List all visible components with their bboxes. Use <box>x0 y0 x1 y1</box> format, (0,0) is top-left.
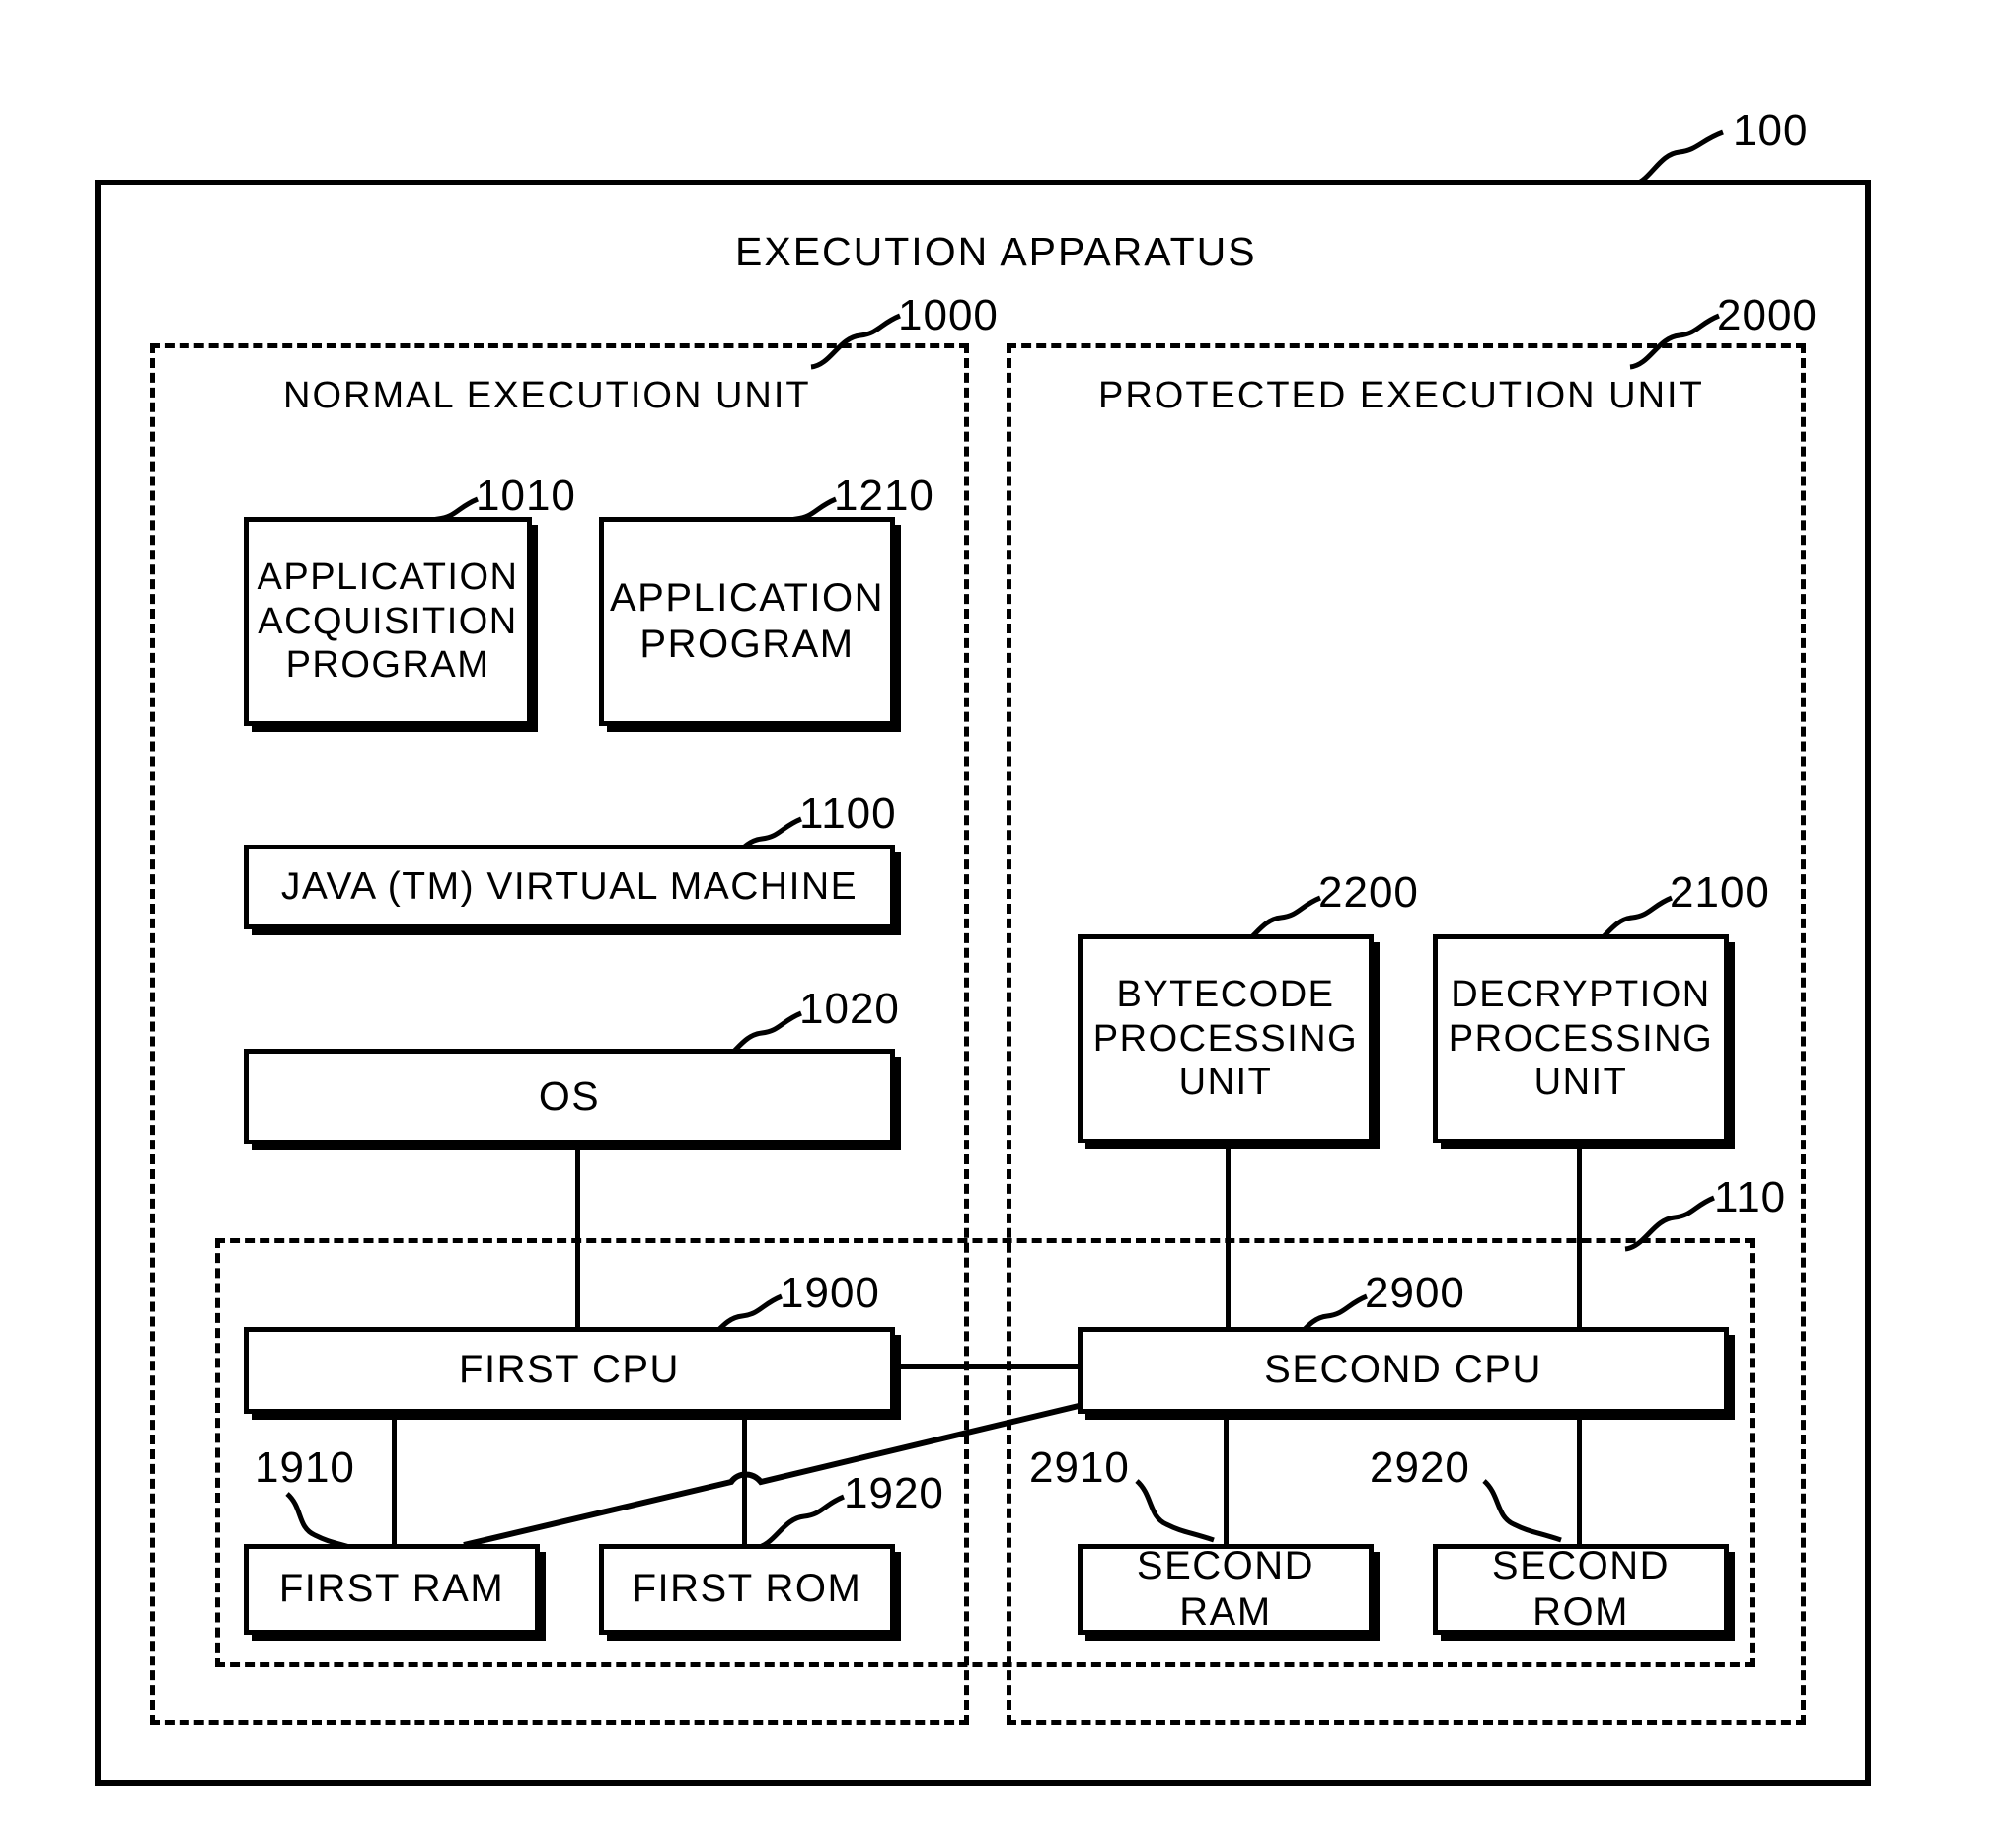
node-second-ram-label: SECOND RAM <box>1136 1543 1315 1634</box>
ref-number-2920: 2920 <box>1370 1443 1470 1492</box>
hardware-frame-right-edge <box>1750 1238 1755 1667</box>
figure-title: EXECUTION APPARATUS <box>735 229 1257 274</box>
connector-first-cpu-to-first-ram <box>392 1413 397 1546</box>
node-second-cpu[interactable]: SECOND CPU <box>1078 1327 1729 1414</box>
node-os-label: OS <box>538 1073 601 1120</box>
protected-execution-unit-label: PROTECTED EXECUTION UNIT <box>1098 375 1704 416</box>
node-java-virtual-machine-label: JAVA (TM) VIRTUAL MACHINE <box>280 864 859 908</box>
node-application-acquisition-program-label: APPLICATION ACQUISITION PROGRAM <box>257 555 519 687</box>
connector-os-to-first-cpu <box>575 1144 580 1329</box>
ref-number-2910: 2910 <box>1029 1443 1130 1492</box>
hardware-frame-left-edge <box>215 1238 220 1667</box>
normal-execution-unit-label: NORMAL EXECUTION UNIT <box>283 375 811 416</box>
node-bytecode-processing-unit[interactable]: BYTECODE PROCESSING UNIT <box>1078 934 1374 1143</box>
node-first-ram-label: FIRST RAM <box>278 1567 505 1611</box>
node-first-ram[interactable]: FIRST RAM <box>244 1544 540 1635</box>
connector-first-cpu-to-second-cpu <box>893 1364 1081 1369</box>
node-java-virtual-machine[interactable]: JAVA (TM) VIRTUAL MACHINE <box>244 845 895 929</box>
hardware-frame-top-edge <box>215 1238 1755 1243</box>
connector-first-cpu-to-first-rom <box>742 1413 747 1546</box>
node-second-rom[interactable]: SECOND ROM <box>1433 1544 1729 1635</box>
node-application-program-label: APPLICATION PROGRAM <box>609 575 885 666</box>
node-bytecode-processing-unit-label: BYTECODE PROCESSING UNIT <box>1092 973 1359 1104</box>
node-application-program[interactable]: APPLICATION PROGRAM <box>599 517 895 726</box>
node-second-cpu-label: SECOND CPU <box>1264 1348 1542 1392</box>
node-first-cpu-label: FIRST CPU <box>459 1348 680 1392</box>
node-decryption-processing-unit[interactable]: DECRYPTION PROCESSING UNIT <box>1433 934 1729 1143</box>
leader-line-2920 <box>1482 1479 1562 1543</box>
patent-figure: 100 EXECUTION APPARATUS 1000 2000 NORMAL… <box>0 0 2016 1842</box>
node-second-rom-label: SECOND ROM <box>1491 1543 1671 1634</box>
hardware-frame-bottom-edge <box>215 1662 1755 1667</box>
connector-decryption-unit-to-second-cpu <box>1577 1140 1582 1329</box>
ref-number-1910: 1910 <box>255 1443 355 1492</box>
node-os[interactable]: OS <box>244 1049 895 1144</box>
node-application-acquisition-program[interactable]: APPLICATION ACQUISITION PROGRAM <box>244 517 532 726</box>
node-first-rom-label: FIRST ROM <box>632 1567 862 1611</box>
node-decryption-processing-unit-label: DECRYPTION PROCESSING UNIT <box>1448 973 1714 1104</box>
node-second-ram[interactable]: SECOND RAM <box>1078 1544 1374 1635</box>
node-first-cpu[interactable]: FIRST CPU <box>244 1327 895 1414</box>
node-first-rom[interactable]: FIRST ROM <box>599 1544 895 1635</box>
leader-line-2910 <box>1135 1479 1215 1543</box>
connector-bytecode-unit-to-second-cpu <box>1226 1140 1231 1329</box>
leader-line-110 <box>1624 1195 1715 1252</box>
